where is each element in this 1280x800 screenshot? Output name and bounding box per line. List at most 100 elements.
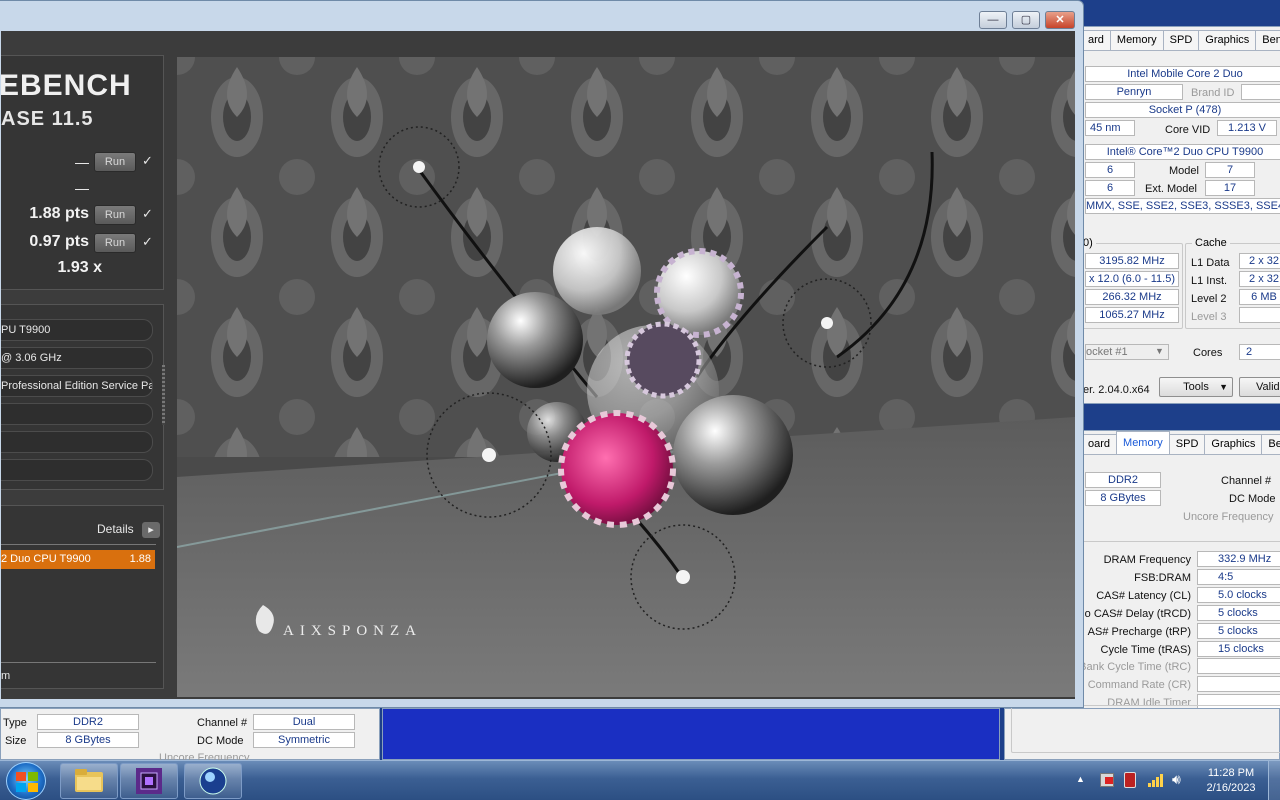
tab-graphics[interactable]: Graphics xyxy=(1198,30,1257,50)
timing-row: Command Rate (CR) xyxy=(1079,676,1280,694)
timing-value xyxy=(1197,676,1280,693)
power-icon[interactable] xyxy=(1124,772,1136,788)
system-info-field xyxy=(1,459,153,481)
checkbox-cpu-single[interactable]: ✓ xyxy=(142,234,153,250)
tab-bench[interactable]: Ben xyxy=(1261,434,1280,454)
l1-data-label: L1 Data xyxy=(1191,257,1230,269)
cpu-technology-field: 45 nm xyxy=(1085,120,1135,136)
timing-value: 4:5 xyxy=(1197,568,1280,585)
cores-label: Cores xyxy=(1193,347,1223,359)
timing-label: o CAS# Delay (tRCD) xyxy=(1084,607,1191,620)
clock-date: 2/16/2023 xyxy=(1206,782,1256,794)
cpuz-memory-tabs: oard Memory SPD Graphics Ben xyxy=(1079,431,1280,455)
maximize-button[interactable]: ▢ xyxy=(1012,11,1040,29)
ranking-panel: Details ▸ 2 Duo CPU T9900 1.88 m xyxy=(1,505,164,689)
folder-icon xyxy=(75,769,103,792)
cinebench-window: — ▢ ✕ EBENCH ASE 11.5 — Run ✓ — 1.88 pts… xyxy=(0,0,1084,708)
tab-spd[interactable]: SPD xyxy=(1162,30,1200,50)
timing-value: 5 clocks xyxy=(1197,604,1280,621)
memory-size-field: 8 GBytes xyxy=(1085,490,1161,506)
app-logo: EBENCH xyxy=(0,69,132,102)
minimize-icon: — xyxy=(987,14,999,26)
close-button[interactable]: ✕ xyxy=(1045,11,1075,29)
mem-size-label: Size xyxy=(5,735,27,747)
tab-bench[interactable]: Bench xyxy=(1255,30,1280,50)
ranking-row-highlight[interactable]: 2 Duo CPU T9900 1.88 xyxy=(1,550,155,569)
mp-ratio: 1.93 x xyxy=(57,259,102,276)
timing-row: CAS# Latency (CL) 5.0 clocks xyxy=(1079,586,1280,605)
timing-row: Bank Cycle Time (tRC) xyxy=(1079,658,1280,676)
cpu-package-field: Socket P (478) xyxy=(1085,102,1280,118)
tools-button[interactable]: Tools ▼ xyxy=(1159,377,1233,397)
mem-channel-label: Channel # xyxy=(197,717,248,729)
show-desktop-button[interactable] xyxy=(1268,761,1280,800)
timing-label: Bank Cycle Time (tRC) xyxy=(1079,661,1191,674)
taskbar-explorer[interactable] xyxy=(60,763,118,799)
system-processor: PU T9900 xyxy=(1,319,153,341)
clock[interactable]: 11:28 PM 2/16/2023 xyxy=(1196,766,1266,796)
brand-id-label: Brand ID xyxy=(1191,87,1235,99)
validate-button[interactable]: Valida xyxy=(1239,377,1280,397)
close-icon: ✕ xyxy=(1055,14,1065,26)
timing-row: AS# Precharge (tRP) 5 clocks xyxy=(1079,622,1280,641)
taskbar-cpuz[interactable] xyxy=(120,763,178,799)
tab-graphics[interactable]: Graphics xyxy=(1204,434,1263,454)
flag-icon[interactable] xyxy=(1100,773,1114,787)
l1-inst-label: L1 Inst. xyxy=(1191,275,1228,287)
model-label: Model xyxy=(1169,165,1199,177)
rendered-scene xyxy=(177,57,1075,697)
ranking-footer-divider xyxy=(1,662,156,663)
timing-value xyxy=(1197,658,1280,675)
tab-spd[interactable]: SPD xyxy=(1168,434,1206,454)
system-gfx-board xyxy=(1,431,153,453)
start-button[interactable] xyxy=(6,762,46,800)
signal-icon[interactable] xyxy=(1148,773,1164,787)
run-button-cpu[interactable]: Run xyxy=(94,205,136,225)
volume-icon[interactable]: 🔊︎ xyxy=(1172,771,1181,788)
windows-logo-icon xyxy=(16,772,38,792)
cpu-model-field: 7 xyxy=(1205,162,1255,178)
timing-value: 5.0 clocks xyxy=(1197,586,1280,603)
timing-row: FSB:DRAM 4:5 xyxy=(1079,568,1280,587)
checkbox-test-1[interactable]: ✓ xyxy=(142,153,153,169)
core-vid-label: Core VID xyxy=(1165,124,1211,136)
cpu-ext-family-field: 6 xyxy=(1085,180,1135,196)
cpuz-cpu-window: ard Memory SPD Graphics Bench Intel Mobi… xyxy=(1078,26,1280,404)
run-button-test-1[interactable]: Run xyxy=(94,152,136,172)
cpu-ext-model-field: 17 xyxy=(1205,180,1255,196)
timing-row: o CAS# Delay (tRCD) 5 clocks xyxy=(1079,604,1280,623)
tray-overflow-arrow[interactable]: ▲ xyxy=(1076,774,1085,784)
timing-label: Command Rate (CR) xyxy=(1087,679,1191,692)
l1-data-field: 2 x 32 xyxy=(1239,253,1280,269)
test-score-cpu-single: 0.97 pts xyxy=(29,233,89,250)
mem-channel-field: Dual xyxy=(253,714,355,730)
watermark-text: AIXSPONZA xyxy=(283,623,423,639)
render-viewport[interactable]: AIXSPONZA xyxy=(177,57,1075,697)
details-button[interactable]: Details ▸ xyxy=(97,522,161,538)
system-panel-scrollbar[interactable] xyxy=(162,365,165,425)
minimize-button[interactable]: — xyxy=(979,11,1007,29)
system-cores-ghz: @ 3.06 GHz xyxy=(1,347,153,369)
taskbar: ▲ 🔊︎ 11:28 PM 2/16/2023 xyxy=(0,760,1280,800)
tab-memory[interactable]: Memory xyxy=(1116,431,1170,454)
cpu-codename-field: Penryn xyxy=(1085,84,1183,100)
tests-panel: EBENCH ASE 11.5 — Run ✓ — 1.88 pts Run ✓… xyxy=(0,55,164,290)
tab-memory[interactable]: Memory xyxy=(1109,30,1164,50)
taskbar-cinebench[interactable] xyxy=(184,763,242,799)
tab-mainboard[interactable]: ard xyxy=(1081,30,1111,50)
uncore-label: Uncore Frequency xyxy=(1183,511,1274,523)
test-score-placeholder: — xyxy=(75,180,89,196)
socket-select-arrow[interactable]: ▼ xyxy=(1155,346,1164,356)
test-score-cpu: 1.88 pts xyxy=(29,205,89,222)
checkbox-cpu[interactable]: ✓ xyxy=(142,206,153,222)
memory-type-field: DDR2 xyxy=(1085,472,1161,488)
tab-mainboard[interactable]: oard xyxy=(1081,434,1118,454)
bottom-right-window xyxy=(1004,705,1280,760)
level2-field: 6 MB xyxy=(1239,289,1280,305)
core-speed-field: 3195.82 MHz xyxy=(1085,253,1179,269)
app-logo-release: ASE 11.5 xyxy=(1,108,94,130)
run-button-cpu-single[interactable]: Run xyxy=(94,233,136,253)
maximize-icon: ▢ xyxy=(1020,14,1032,26)
ranking-cpu-name: 2 Duo CPU T9900 xyxy=(1,553,91,565)
timing-row: DRAM Frequency 332.9 MHz xyxy=(1079,551,1280,569)
